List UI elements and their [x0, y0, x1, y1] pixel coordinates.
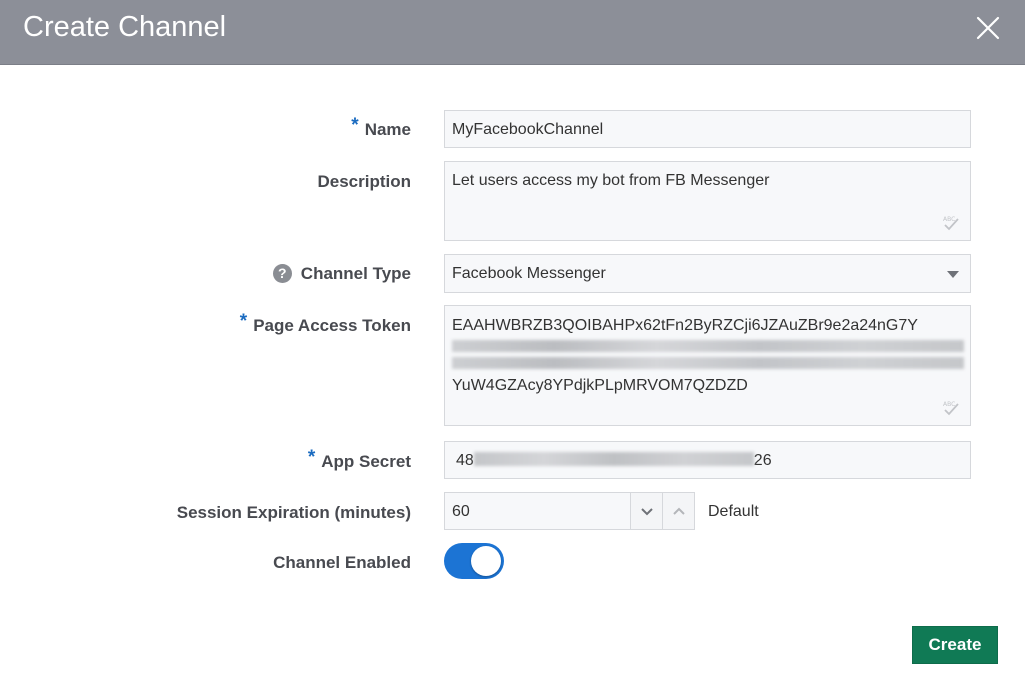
name-label-text: Name	[364, 120, 411, 139]
app-secret-label-text: App Secret	[321, 452, 411, 471]
channel-type-label: ? Channel Type	[272, 264, 411, 284]
session-expiration-label-text: Session Expiration (minutes)	[176, 503, 411, 522]
token-redacted-line	[452, 340, 964, 352]
channel-type-label-text: Channel Type	[300, 264, 411, 283]
description-textarea[interactable]: Let users access my bot from FB Messenge…	[444, 161, 971, 241]
chevron-down-icon	[641, 508, 653, 516]
default-label: Default	[708, 503, 759, 520]
channel-type-select[interactable]: Facebook Messenger	[444, 254, 971, 293]
toggle-knob	[471, 546, 501, 576]
token-redacted-line	[452, 357, 964, 369]
create-button[interactable]: Create	[912, 626, 998, 664]
app-secret-redacted	[473, 452, 754, 466]
svg-text:ABC: ABC	[943, 216, 955, 223]
page-access-token-textarea[interactable]: EAAHWBRZB3QOIBAHPx62tFn2ByRZCji6JZAuZBr9…	[444, 305, 971, 426]
session-expiration-value: 60	[452, 503, 470, 520]
chevron-up-icon	[673, 507, 685, 515]
spellcheck-icon: ABC	[943, 216, 959, 231]
create-channel-dialog: Create Channel * Name MyFacebookChannel D…	[0, 0, 1025, 697]
session-expiration-label: Session Expiration (minutes)	[177, 503, 411, 523]
name-value: MyFacebookChannel	[452, 121, 604, 138]
token-line-1: EAAHWBRZB3QOIBAHPx62tFn2ByRZCji6JZAuZBr9…	[452, 317, 918, 334]
required-marker: *	[239, 311, 248, 332]
increment-button[interactable]	[662, 492, 695, 530]
page-access-token-label: * Page Access Token	[240, 311, 411, 337]
app-secret-value: 48 26	[456, 452, 772, 470]
dialog-titlebar: Create Channel	[0, 0, 1025, 65]
description-label: Description	[317, 172, 411, 192]
session-expiration-input[interactable]: 60	[444, 492, 631, 530]
svg-text:ABC: ABC	[943, 401, 955, 408]
spellcheck-icon: ABC	[943, 401, 959, 416]
dialog-title: Create Channel	[23, 11, 227, 43]
close-icon[interactable]	[972, 12, 1004, 44]
channel-enabled-label-text: Channel Enabled	[273, 553, 411, 572]
channel-enabled-label: Channel Enabled	[273, 553, 411, 573]
token-line-last: YuW4GZAcy8YPdjkPLpMRVOM7QZDZD	[452, 377, 748, 394]
description-label-text: Description	[317, 172, 411, 191]
chevron-down-icon	[947, 271, 959, 278]
required-marker: *	[351, 115, 359, 136]
app-secret-input[interactable]: 48 26	[444, 441, 971, 479]
help-icon[interactable]: ?	[272, 264, 292, 283]
channel-type-value: Facebook Messenger	[452, 265, 606, 282]
app-secret-label: * App Secret	[308, 447, 411, 473]
required-marker: *	[307, 447, 316, 468]
app-secret-prefix: 48	[456, 452, 474, 469]
page-access-token-label-text: Page Access Token	[253, 316, 411, 335]
decrement-button[interactable]	[630, 492, 663, 530]
name-input[interactable]: MyFacebookChannel	[444, 110, 971, 148]
name-label: * Name	[351, 115, 411, 141]
app-secret-suffix: 26	[753, 452, 772, 469]
description-value: Let users access my bot from FB Messenge…	[452, 172, 770, 189]
channel-enabled-toggle[interactable]	[444, 543, 504, 579]
